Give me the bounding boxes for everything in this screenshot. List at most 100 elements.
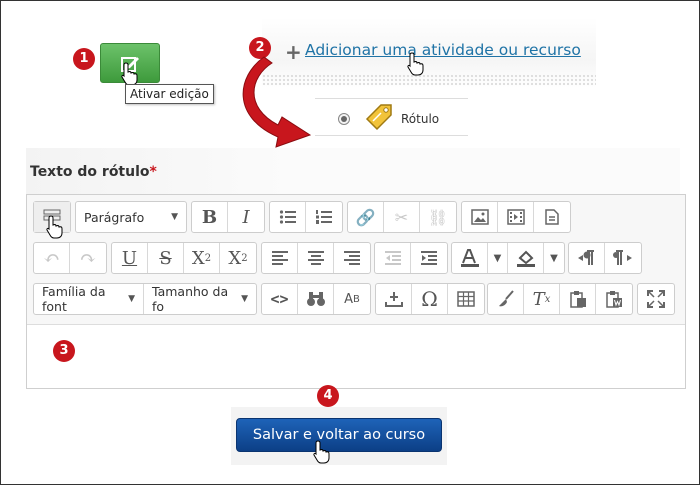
text-color-button[interactable] [452,243,488,273]
fullscreen-button[interactable] [638,284,674,314]
video-icon [506,209,525,225]
superscript-button[interactable]: X2 [220,243,256,273]
align-group [261,242,371,274]
activity-option-rotulo[interactable]: Rótulo [315,98,468,136]
redo-icon[interactable]: ↷ [70,243,106,273]
font-family-value: Família da font [42,284,106,314]
step-badge-4: 4 [317,385,339,407]
history-group: ↶ ↷ [33,242,107,274]
link-icon[interactable]: 🔗 [348,202,384,232]
link-group: 🔗 ✂ ⛓ [347,201,457,233]
insert-group: Ω [375,283,485,315]
step-badge-3: 3 [53,340,75,362]
rtl-button[interactable] [605,243,641,273]
add-activity-link[interactable]: Adicionar uma atividade ou recurso [305,41,581,59]
editor-content-area[interactable] [27,326,685,388]
special-character-icon[interactable]: Ω [412,284,448,314]
list-group [269,201,343,233]
text-style-group: B I [191,201,265,233]
indent-button[interactable] [411,243,447,273]
undo-icon[interactable]: ↶ [34,243,70,273]
bullet-list-button[interactable] [270,202,306,232]
clear-group: Tx [487,283,633,315]
rich-text-editor[interactable]: Parágrafo ▼ B I 🔗 ✂ ⛓ ↶ ↷ U S X 2 X 2 ▼ … [26,194,686,389]
media-button[interactable] [498,202,534,232]
code-icon[interactable]: <> [262,284,298,314]
outdent-icon [384,251,401,265]
format-group: U S X2 X2 [111,242,257,274]
numbered-list-icon [316,210,332,224]
image-icon [470,209,489,225]
clear-formatting-button[interactable] [488,284,524,314]
align-left-icon [271,251,288,265]
underline-button[interactable]: U [112,243,148,273]
outdent-button[interactable] [375,243,411,273]
paragraph-group: Parágrafo ▼ [75,201,187,233]
manage-files-button[interactable] [534,202,570,232]
paste-text-button[interactable] [560,284,596,314]
align-left-button[interactable] [262,243,298,273]
hand-cursor-icon [121,62,138,86]
media-group [461,201,571,233]
subscript-button[interactable]: X2 [184,243,220,273]
chevron-down-icon: ▼ [171,212,178,222]
paragraph-select-value: Parágrafo [84,209,145,225]
binoculars-icon [306,292,325,306]
save-and-return-button[interactable]: Salvar e voltar ao curso [236,418,442,452]
radio-button[interactable] [338,113,350,125]
paste-word-icon [606,291,622,308]
table-icon [457,291,475,307]
indent-icon [421,251,437,265]
font-group: Família da font ▼ Tamanho da fo ▼ [33,283,257,315]
editor-toolbar: Parágrafo ▼ B I 🔗 ✂ ⛓ ↶ ↷ U S X 2 X 2 ▼ … [27,195,685,325]
remove-format-button[interactable]: Tx [524,284,560,314]
brush-icon [498,290,514,307]
text-color-icon [460,249,479,267]
chevron-down-icon: ▼ [128,294,135,304]
font-size-select[interactable]: Tamanho da fo ▼ [144,284,256,314]
chevron-down-icon[interactable]: ▼ [488,243,508,273]
align-center-button[interactable] [298,243,334,273]
chevron-down-icon[interactable]: ▼ [544,243,564,273]
indent-group [374,242,448,274]
font-family-select[interactable]: Família da font ▼ [34,284,144,314]
fullscreen-icon [647,290,665,308]
align-center-icon [307,251,324,265]
ltr-button[interactable] [569,243,605,273]
paste-word-button[interactable] [596,284,632,314]
hand-cursor-icon [407,52,424,76]
italic-button[interactable]: I [228,202,264,232]
rtl-icon [613,250,632,265]
find-button[interactable] [298,284,334,314]
bullet-list-icon [279,210,296,224]
required-mark: * [149,164,157,180]
background-color-button[interactable] [508,243,544,273]
image-button[interactable] [462,202,498,232]
unlink-icon[interactable]: ✂ [384,202,420,232]
fullscreen-group [637,283,675,315]
spellcheck-icon[interactable]: AB [334,284,370,314]
paint-bucket-icon [516,250,535,267]
insert-button[interactable] [376,284,412,314]
field-label: Texto do rótulo* [30,164,157,180]
strikethrough-button[interactable]: S [148,243,184,273]
tag-icon [365,104,392,131]
align-right-button[interactable] [334,243,370,273]
paste-icon [569,291,586,308]
step-badge-1: 1 [73,48,95,70]
curved-arrow-icon [242,56,312,148]
ltr-icon [577,250,594,265]
paragraph-select[interactable]: Parágrafo ▼ [76,202,186,232]
activity-option-label: Rótulo [401,112,440,126]
bold-button[interactable]: B [192,202,228,232]
field-label-text: Texto do rótulo [30,164,150,180]
anchor-link-icon[interactable]: ⛓ [420,202,456,232]
color-group: ▼ ▼ [451,242,565,274]
table-button[interactable] [448,284,484,314]
align-right-icon [344,251,360,265]
direction-group [568,242,642,274]
chevron-down-icon: ▼ [241,294,248,304]
tooltip: Ativar edição [125,84,214,104]
tools-group: <> AB [261,283,371,315]
numbered-list-button[interactable] [306,202,342,232]
